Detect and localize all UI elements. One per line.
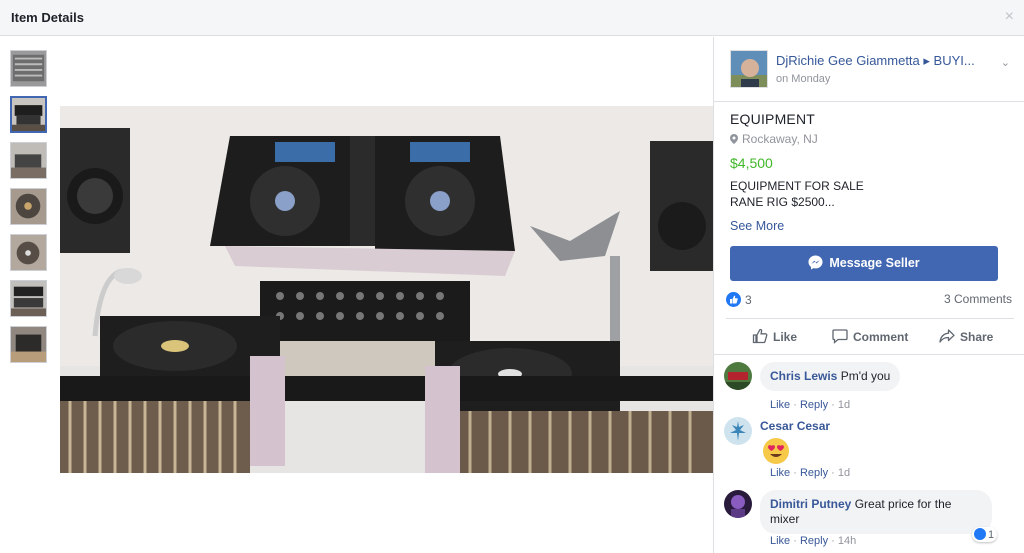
photo-thumbnail[interactable] — [10, 326, 47, 363]
messenger-icon — [808, 255, 823, 270]
item-description: EQUIPMENT FOR SALE RANE RIG $2500... — [730, 179, 864, 209]
item-location: Rockaway, NJ — [730, 132, 818, 146]
like-label: Like — [773, 330, 798, 344]
separator-dot: · — [793, 399, 797, 411]
seller-name[interactable]: DjRichie Gee Giammetta ▸ BUYI... — [776, 53, 996, 69]
comment-time[interactable]: 1d — [838, 399, 850, 411]
comment-time[interactable]: 14h — [838, 535, 856, 547]
photo-thumbnail[interactable] — [10, 280, 47, 317]
photo-thumbnail[interactable] — [10, 50, 47, 87]
photo-thumbnail[interactable] — [10, 234, 47, 271]
heart-eyes-emoji-icon — [763, 438, 789, 464]
comment-time[interactable]: 1d — [838, 467, 850, 479]
comment-reply-link[interactable]: Reply — [800, 399, 828, 411]
comment-bubble: Dimitri Putney Great price for the mixer — [760, 490, 992, 534]
comment-author[interactable]: Chris Lewis — [770, 369, 837, 383]
commenter-avatar[interactable] — [724, 490, 752, 518]
comment-like-link[interactable]: Like — [770, 535, 790, 547]
see-more-link[interactable]: See More — [730, 219, 784, 233]
main-item-photo[interactable] — [60, 106, 713, 473]
reaction-count: 3 — [745, 293, 752, 307]
comment-meta: Like · Reply · 14h — [770, 535, 856, 547]
share-label: Share — [960, 330, 994, 344]
dialog-title: Item Details — [11, 10, 84, 25]
separator-dot: · — [831, 535, 835, 547]
comment-text: Pm'd you — [840, 369, 891, 383]
comment-icon — [832, 329, 848, 344]
comments-count[interactable]: 3 Comments — [944, 292, 1012, 306]
like-button[interactable]: Like — [752, 328, 797, 344]
separator-dot: · — [831, 399, 835, 411]
comment-button[interactable]: Comment — [832, 328, 908, 344]
separator-dot: · — [793, 535, 797, 547]
post-time[interactable]: on Monday — [776, 73, 830, 85]
thumbs-up-icon — [752, 328, 768, 344]
seller-header: DjRichie Gee Giammetta ▸ BUYI... on Mond… — [730, 50, 1020, 90]
like-reaction-icon — [974, 528, 986, 540]
item-price: $4,500 — [730, 155, 773, 171]
share-icon — [939, 329, 955, 343]
thumbnail-strip — [10, 50, 50, 372]
photo-thumbnail-active[interactable] — [10, 96, 47, 133]
location-pin-icon — [730, 134, 738, 144]
message-seller-button[interactable]: Message Seller — [730, 246, 998, 281]
chevron-down-icon[interactable]: ⌄ — [1001, 56, 1010, 69]
like-reaction-icon — [726, 292, 741, 307]
reaction-summary[interactable]: 3 — [726, 292, 752, 307]
comment-reply-link[interactable]: Reply — [800, 535, 828, 547]
location-text: Rockaway, NJ — [742, 132, 818, 146]
commenter-avatar[interactable] — [724, 362, 752, 390]
seller-avatar[interactable] — [730, 50, 768, 88]
comment-reaction-count: 1 — [988, 529, 995, 541]
comment-author[interactable]: Cesar Cesar — [760, 419, 830, 433]
comment-label: Comment — [853, 330, 909, 344]
comment-like-link[interactable]: Like — [770, 399, 790, 411]
message-seller-label: Message Seller — [829, 256, 920, 270]
action-bar: Like Comment Share — [724, 320, 1015, 354]
comments-list: Chris Lewis Pm'd you Like · Reply · 1d C… — [714, 355, 1024, 553]
comment-author[interactable]: Dimitri Putney — [770, 497, 851, 511]
separator-dot: · — [793, 467, 797, 479]
comment-meta: Like · Reply · 1d — [770, 399, 850, 411]
comment-reaction-badge[interactable]: 1 — [972, 527, 998, 542]
comment-meta: Like · Reply · 1d — [770, 467, 850, 479]
comment-bubble: Chris Lewis Pm'd you — [760, 362, 901, 391]
details-panel: DjRichie Gee Giammetta ▸ BUYI... on Mond… — [713, 37, 1024, 553]
comment-like-link[interactable]: Like — [770, 467, 790, 479]
dialog-header: Item Details × — [0, 0, 1024, 36]
divider — [726, 318, 1014, 319]
share-button[interactable]: Share — [939, 328, 993, 344]
photo-thumbnail[interactable] — [10, 142, 47, 179]
comment-reply-link[interactable]: Reply — [800, 467, 828, 479]
separator-dot: · — [831, 467, 835, 479]
commenter-avatar[interactable] — [724, 417, 752, 445]
close-icon[interactable]: × — [1005, 9, 1014, 25]
photo-thumbnail[interactable] — [10, 188, 47, 225]
divider — [714, 101, 1024, 102]
item-title: EQUIPMENT — [730, 111, 816, 127]
